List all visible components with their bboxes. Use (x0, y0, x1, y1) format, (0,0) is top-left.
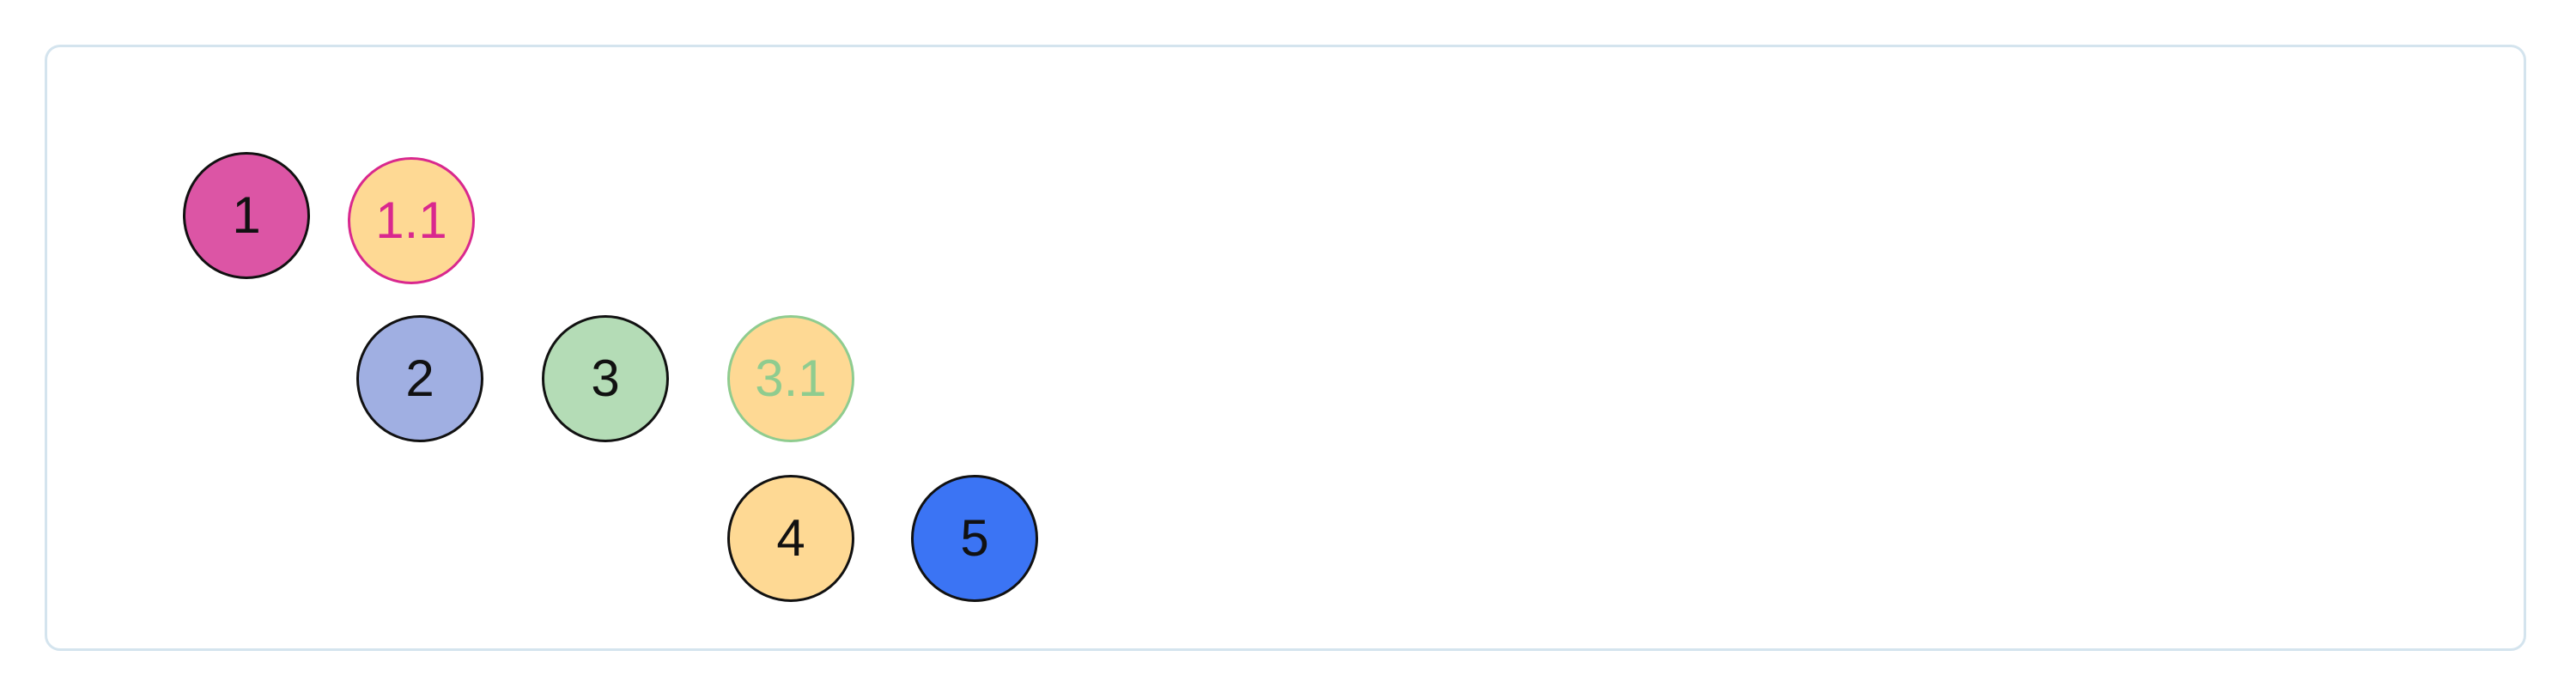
node-2-label: 2 (405, 350, 434, 407)
diagram-panel: 1 1.1 2 3 3.1 4 5 (45, 45, 2526, 651)
node-1-label: 1 (232, 186, 261, 244)
node-3-1[interactable]: 3.1 (727, 315, 854, 442)
node-3-label: 3 (591, 350, 620, 407)
node-5[interactable]: 5 (911, 475, 1038, 602)
node-4[interactable]: 4 (727, 475, 854, 602)
node-3-1-label: 3.1 (755, 350, 827, 407)
node-3[interactable]: 3 (542, 315, 669, 442)
node-2[interactable]: 2 (356, 315, 483, 442)
node-1-1-label: 1.1 (375, 191, 447, 249)
node-1-1[interactable]: 1.1 (348, 157, 475, 284)
node-4-label: 4 (776, 509, 805, 567)
node-5-label: 5 (960, 509, 989, 567)
node-1[interactable]: 1 (183, 152, 310, 279)
